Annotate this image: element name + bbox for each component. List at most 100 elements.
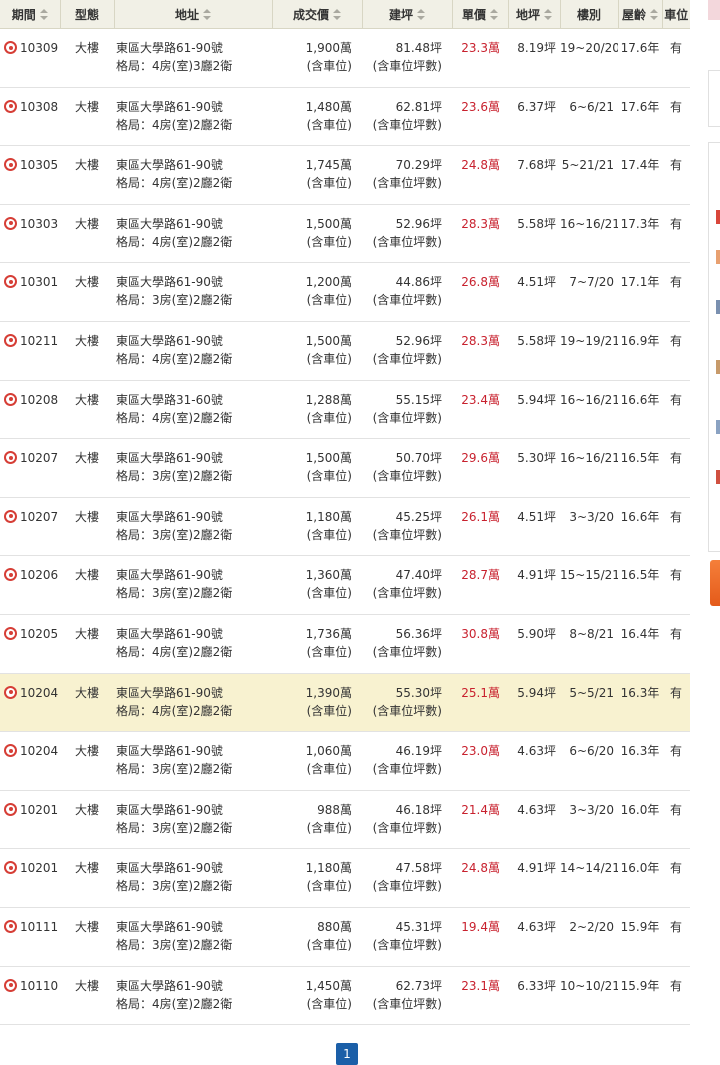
table-row[interactable]: 10111 大樓 東區大學路61-90號 格局：3房(室)2廳2衛 880萬 (含車位) 4… xyxy=(0,907,690,967)
column-header[interactable]: 地址 xyxy=(114,0,273,29)
type-cell: 大樓 xyxy=(60,262,114,322)
area-value: 46.19坪 xyxy=(395,744,442,759)
map-pin-icon[interactable] xyxy=(4,158,17,172)
map-pin-icon[interactable] xyxy=(4,861,17,875)
map-pin-icon[interactable] xyxy=(4,568,17,582)
column-header[interactable]: 成交價 xyxy=(272,0,363,29)
table-row[interactable]: 10309 大樓 東區大學路61-90號 格局：4房(室)3廳2衛 1,900萬 (含車位… xyxy=(0,28,690,88)
period-value: 10204 xyxy=(20,744,59,759)
address-cell[interactable]: 東區大學路61-90號 格局：4房(室)2廳2衛 xyxy=(114,614,272,674)
period-value: 10201 xyxy=(20,861,59,876)
address-cell[interactable]: 東區大學路61-90號 格局：4房(室)2廳2衛 xyxy=(114,204,272,264)
table-row[interactable]: 10204 大樓 東區大學路61-90號 格局：3房(室)2廳2衛 1,060萬 (含車位… xyxy=(0,731,690,791)
layout-value: 格局：3房(室)2廳2衛 xyxy=(116,586,233,601)
map-pin-icon[interactable] xyxy=(4,99,17,113)
map-pin-icon[interactable] xyxy=(4,626,17,640)
map-pin-icon[interactable] xyxy=(4,333,17,347)
side-action-button[interactable] xyxy=(710,560,720,606)
period-value: 10303 xyxy=(20,216,59,231)
side-thumbnail-edge xyxy=(716,250,720,264)
floor-value: 15~15/21 xyxy=(560,568,618,583)
table-row[interactable]: 10207 大樓 東區大學路61-90號 格局：3房(室)2廳2衛 1,180萬 (含車位… xyxy=(0,497,690,557)
column-header[interactable]: 地坪 xyxy=(508,0,561,29)
map-pin-icon[interactable] xyxy=(4,41,17,54)
map-pin-icon[interactable] xyxy=(4,509,17,523)
table-row[interactable]: 10201 大樓 東區大學路61-90號 格局：3房(室)2廳2衛 988萬 (含車位) 4… xyxy=(0,790,690,850)
map-pin-icon[interactable] xyxy=(4,802,17,816)
parking-value: 有 xyxy=(669,978,682,993)
pagination-current-page[interactable]: 1 xyxy=(336,1043,358,1065)
address-cell[interactable]: 東區大學路61-90號 格局：3房(室)2廳2衛 xyxy=(114,262,272,322)
address-cell[interactable]: 東區大學路31-60號 格局：4房(室)2廳2衛 xyxy=(114,380,272,440)
sort-arrows-icon[interactable] xyxy=(490,9,498,21)
address-cell[interactable]: 東區大學路61-90號 格局：3房(室)2廳2衛 xyxy=(114,731,272,791)
table-row[interactable]: 10205 大樓 東區大學路61-90號 格局：4房(室)2廳2衛 1,736萬 (含車位… xyxy=(0,614,690,674)
floor-value: 5~5/21 xyxy=(569,685,614,700)
address-cell[interactable]: 東區大學路61-90號 格局：4房(室)2廳2衛 xyxy=(114,966,272,1026)
table-row[interactable]: 10305 大樓 東區大學路61-90號 格局：4房(室)2廳2衛 1,745萬 (含車位… xyxy=(0,145,690,205)
column-header-label: 期間 xyxy=(11,7,36,22)
sort-arrows-icon[interactable] xyxy=(203,9,211,21)
table-row[interactable]: 10303 大樓 東區大學路61-90號 格局：4房(室)2廳2衛 1,500萬 (含車位… xyxy=(0,204,690,264)
floor-value: 7~7/20 xyxy=(569,275,614,290)
area-cell: 62.73坪 (含車位坪數) xyxy=(362,966,452,1026)
period-cell: 10204 xyxy=(0,673,60,733)
address-cell[interactable]: 東區大學路61-90號 格局：3房(室)2廳2衛 xyxy=(114,497,272,557)
table-row[interactable]: 10211 大樓 東區大學路61-90號 格局：4房(室)2廳2衛 1,500萬 (含車位… xyxy=(0,321,690,381)
map-pin-icon[interactable] xyxy=(4,392,17,406)
map-pin-icon[interactable] xyxy=(4,216,17,230)
land-area-cell: 5.90坪 xyxy=(508,614,560,674)
map-pin-icon[interactable] xyxy=(4,275,17,289)
map-pin-icon[interactable] xyxy=(4,685,17,699)
sort-arrows-icon[interactable] xyxy=(39,9,48,21)
address-cell[interactable]: 東區大學路61-90號 格局：3房(室)2廳2衛 xyxy=(114,790,272,850)
table-row[interactable]: 10207 大樓 東區大學路61-90號 格局：3房(室)2廳2衛 1,500萬 (含車位… xyxy=(0,438,690,498)
age-cell: 16.3年 xyxy=(618,731,662,791)
address-cell[interactable]: 東區大學路61-90號 格局：3房(室)2廳2衛 xyxy=(114,438,272,498)
address-cell[interactable]: 東區大學路61-90號 格局：4房(室)3廳2衛 xyxy=(114,28,272,88)
parking-cell: 有 xyxy=(662,614,690,674)
parking-cell: 有 xyxy=(662,438,690,498)
table-row[interactable]: 10201 大樓 東區大學路61-90號 格局：3房(室)2廳2衛 1,180萬 (含車位… xyxy=(0,848,690,908)
map-pin-icon[interactable] xyxy=(4,978,17,992)
address-cell[interactable]: 東區大學路61-90號 格局：4房(室)2廳2衛 xyxy=(114,321,272,381)
sort-arrows-icon[interactable] xyxy=(544,9,552,21)
table-row[interactable]: 10301 大樓 東區大學路61-90號 格局：3房(室)2廳2衛 1,200萬 (含車位… xyxy=(0,262,690,322)
price-cell: 1,060萬 (含車位) xyxy=(272,731,362,791)
period-value: 10206 xyxy=(20,568,59,583)
map-pin-icon[interactable] xyxy=(4,919,17,933)
column-header[interactable]: 屋齡 xyxy=(618,0,663,29)
area-cell: 45.31坪 (含車位坪數) xyxy=(362,907,452,967)
parking-cell: 有 xyxy=(662,731,690,791)
area-note: (含車位坪數) xyxy=(372,351,442,366)
table-row[interactable]: 10208 大樓 東區大學路31-60號 格局：4房(室)2廳2衛 1,288萬 (含車位… xyxy=(0,380,690,440)
address-cell[interactable]: 東區大學路61-90號 格局：3房(室)2廳2衛 xyxy=(114,555,272,615)
address-cell[interactable]: 東區大學路61-90號 格局：4房(室)2廳2衛 xyxy=(114,145,272,205)
layout-value: 格局：4房(室)2廳2衛 xyxy=(116,117,233,132)
area-note: (含車位坪數) xyxy=(372,996,442,1011)
land-area-cell: 4.51坪 xyxy=(508,262,560,322)
table-row[interactable]: 10110 大樓 東區大學路61-90號 格局：4房(室)2廳2衛 1,450萬 (含車位… xyxy=(0,966,690,1026)
parking-value: 有 xyxy=(669,802,682,817)
sort-arrows-icon[interactable] xyxy=(417,9,425,21)
address-cell[interactable]: 東區大學路61-90號 格局：4房(室)2廳2衛 xyxy=(114,87,272,147)
floor-value: 2~2/20 xyxy=(569,919,614,934)
address-cell[interactable]: 東區大學路61-90號 格局：3房(室)2廳2衛 xyxy=(114,848,272,908)
sort-arrows-icon[interactable] xyxy=(333,9,341,21)
table-row[interactable]: 10308 大樓 東區大學路61-90號 格局：4房(室)2廳2衛 1,480萬 (含車位… xyxy=(0,87,690,147)
map-pin-icon[interactable] xyxy=(4,451,17,465)
area-value: 44.86坪 xyxy=(395,275,442,290)
column-header-label: 車位 xyxy=(664,7,689,22)
side-thumbnail-edge xyxy=(716,420,720,434)
table-row[interactable]: 10206 大樓 東區大學路61-90號 格局：3房(室)2廳2衛 1,360萬 (含車位… xyxy=(0,555,690,615)
address-cell[interactable]: 東區大學路61-90號 格局：3房(室)2廳2衛 xyxy=(114,907,272,967)
column-header[interactable]: 建坪 xyxy=(362,0,453,29)
map-pin-icon[interactable] xyxy=(4,744,17,758)
address-cell[interactable]: 東區大學路61-90號 格局：4房(室)2廳2衛 xyxy=(114,673,272,733)
column-header[interactable]: 期間 xyxy=(0,0,61,29)
table-row[interactable]: 10204 大樓 東區大學路61-90號 格局：4房(室)2廳2衛 1,390萬 (含車位… xyxy=(0,673,690,733)
land-area-cell: 4.63坪 xyxy=(508,907,560,967)
column-header[interactable]: 單價 xyxy=(452,0,509,29)
sort-arrows-icon[interactable] xyxy=(650,9,658,21)
unit-price-cell: 23.3萬 xyxy=(452,28,508,88)
